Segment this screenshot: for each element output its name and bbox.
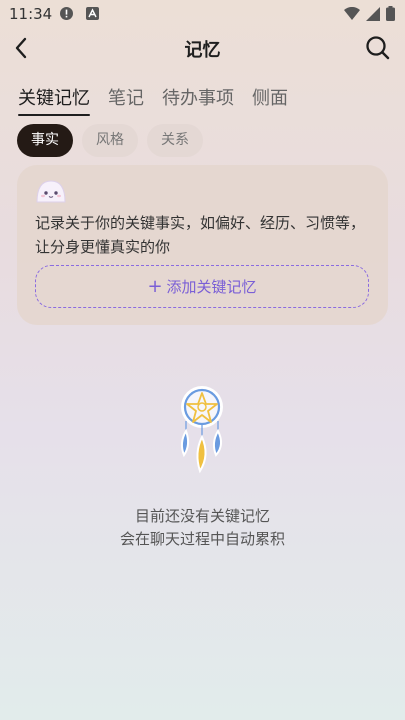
card-description: 记录关于你的关键事实，如偏好、经历、习惯等，让分身更懂真实的你 [35, 214, 366, 256]
chip-relations[interactable]: 关系 [147, 124, 203, 157]
wifi-icon [344, 6, 360, 20]
status-bar: 11:34 [0, 0, 405, 28]
chip-facts[interactable]: 事实 [17, 124, 73, 157]
search-icon[interactable] [363, 33, 393, 63]
status-time: 11:34 [9, 5, 53, 23]
page-title: 记忆 [184, 40, 221, 61]
tab-notes[interactable]: 笔记 [108, 84, 144, 116]
tab-key-memories[interactable]: 关键记忆 [18, 84, 90, 116]
info-card: 记录关于你的关键事实，如偏好、经历、习惯等，让分身更懂真实的你 + 添加关键记忆 [17, 165, 388, 325]
ghost-icon [36, 180, 66, 203]
signal-icon [366, 6, 380, 21]
tab-profile-side[interactable]: 侧面 [252, 84, 288, 116]
tab-todos[interactable]: 待办事项 [162, 84, 234, 116]
empty-state-message: 目前还没有关键记忆 会在聊天过程中自动累积 [0, 505, 405, 551]
nav-bar: 记忆 [0, 30, 405, 66]
add-key-memory-label: 添加关键记忆 [166, 278, 257, 296]
plus-icon: + [147, 275, 163, 297]
battery-icon [386, 6, 395, 21]
alert-notification-icon [60, 7, 73, 20]
filter-chips: 事实 风格 关系 [17, 124, 203, 157]
dreamcatcher-icon [180, 386, 223, 474]
tab-bar: 关键记忆 笔记 待办事项 侧面 [18, 84, 288, 116]
app-notification-icon [86, 7, 99, 20]
empty-state-line-2: 会在聊天过程中自动累积 [119, 530, 285, 548]
chip-style[interactable]: 风格 [82, 124, 138, 157]
empty-state-line-1: 目前还没有关键记忆 [134, 507, 270, 525]
add-key-memory-button[interactable]: + 添加关键记忆 [35, 265, 369, 308]
